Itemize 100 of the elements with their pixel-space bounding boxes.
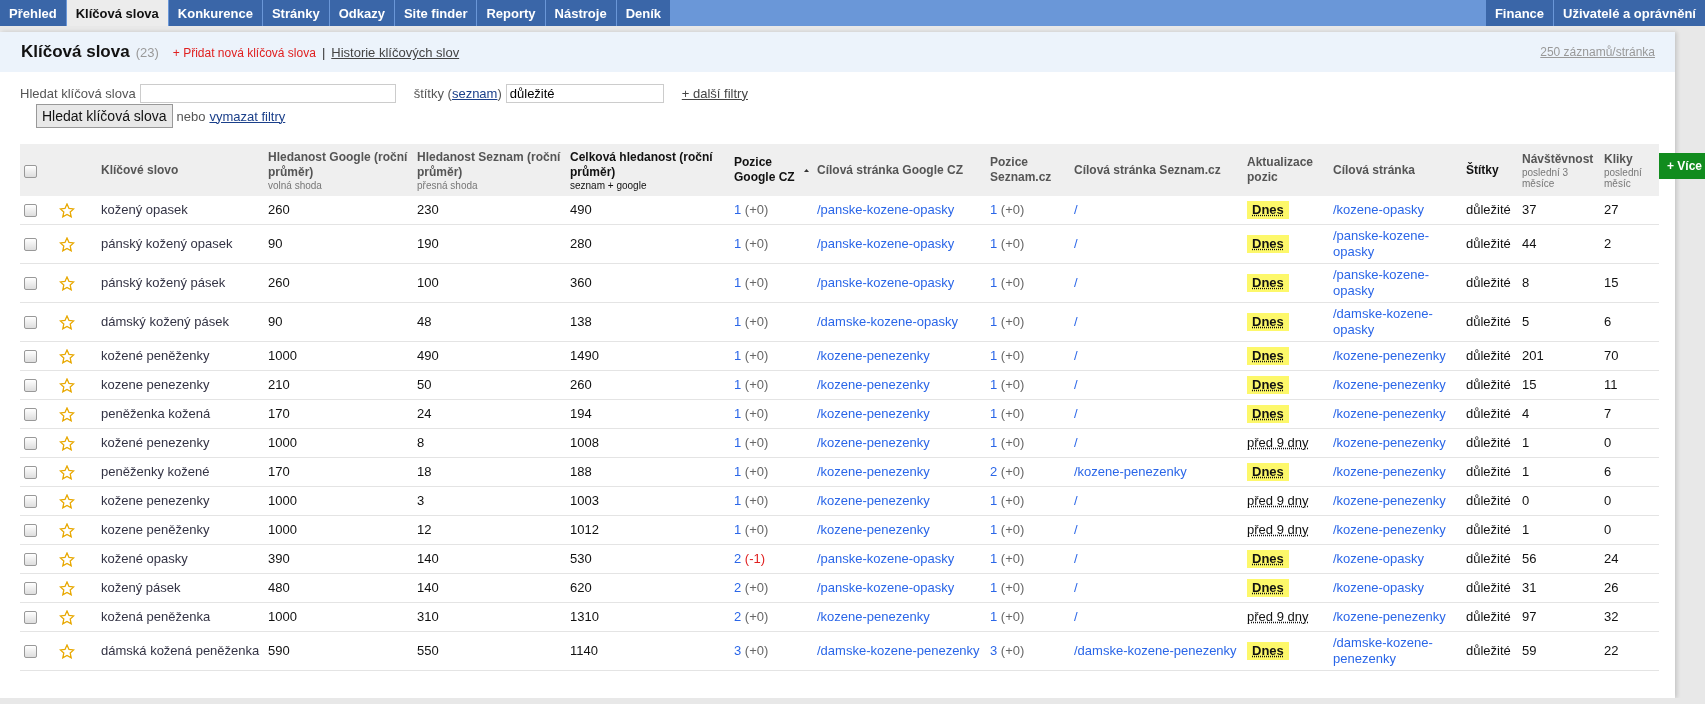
position-link[interactable]: 1 xyxy=(734,275,742,291)
star-icon[interactable] xyxy=(59,436,75,452)
position-link[interactable]: 1 xyxy=(990,435,998,451)
tags-field[interactable]: důležité xyxy=(505,83,664,103)
more-filters-link[interactable]: + další filtry xyxy=(681,85,748,101)
position-link[interactable]: 1 xyxy=(990,406,998,422)
more-columns-button[interactable]: + Více xyxy=(1659,153,1705,179)
url-link[interactable]: /kozene-penezenky xyxy=(1333,348,1446,364)
url-link[interactable]: /kozene-penezenky xyxy=(817,464,930,480)
url-link[interactable]: / xyxy=(1074,377,1078,393)
row-checkbox[interactable] xyxy=(24,553,37,567)
column-header[interactable]: Celková hledanost (roční průměr) xyxy=(570,149,726,180)
position-link[interactable]: 1 xyxy=(734,435,742,451)
nav-tab[interactable]: Konkurence xyxy=(168,0,262,26)
url-link[interactable]: / xyxy=(1074,348,1078,364)
nav-tab[interactable]: Přehled xyxy=(0,0,66,26)
star-icon[interactable] xyxy=(59,407,75,423)
row-checkbox[interactable] xyxy=(24,437,37,451)
url-link[interactable]: /kozene-penezenky xyxy=(817,522,930,538)
star-icon[interactable] xyxy=(59,494,75,510)
row-checkbox[interactable] xyxy=(24,645,37,659)
add-keywords-link[interactable]: + Přidat nová klíčová slova xyxy=(172,46,316,60)
column-header[interactable]: Návštěvnost xyxy=(1522,151,1596,167)
url-link[interactable]: / xyxy=(1074,435,1078,451)
url-link[interactable]: / xyxy=(1074,609,1078,625)
position-link[interactable]: 1 xyxy=(734,464,742,480)
nav-tab[interactable]: Nástroje xyxy=(545,0,616,26)
url-link[interactable]: / xyxy=(1074,275,1078,291)
position-link[interactable]: 1 xyxy=(990,377,998,393)
url-link[interactable]: /damske-kozene-opasky xyxy=(817,314,958,330)
row-checkbox[interactable] xyxy=(24,408,37,422)
nav-tab[interactable]: Uživatelé a oprávnění xyxy=(1554,0,1705,26)
position-link[interactable]: 1 xyxy=(734,377,742,393)
url-link[interactable]: /damske-kozene-penezenky xyxy=(817,643,980,659)
url-link[interactable]: /damske-kozene-opasky xyxy=(1333,306,1458,338)
nav-tab[interactable]: Finance xyxy=(1485,0,1554,26)
position-link[interactable]: 1 xyxy=(734,522,742,538)
position-link[interactable]: 3 xyxy=(990,643,998,659)
url-link[interactable]: /panske-kozene-opasky xyxy=(817,202,955,218)
url-link[interactable]: /kozene-penezenky xyxy=(1333,522,1446,538)
url-link[interactable]: /kozene-opasky xyxy=(1333,202,1425,218)
url-link[interactable]: / xyxy=(1074,314,1078,330)
position-link[interactable]: 1 xyxy=(990,236,998,252)
column-header[interactable]: Klíčové slovo xyxy=(101,162,179,178)
position-link[interactable]: 1 xyxy=(990,609,998,625)
position-link[interactable]: 1 xyxy=(734,348,742,364)
position-link[interactable]: 1 xyxy=(990,580,998,596)
url-link[interactable]: / xyxy=(1074,580,1078,596)
position-link[interactable]: 2 xyxy=(734,551,742,567)
url-link[interactable]: /panske-kozene-opasky xyxy=(817,275,955,291)
url-link[interactable]: / xyxy=(1074,551,1078,567)
url-link[interactable]: / xyxy=(1074,406,1078,422)
position-link[interactable]: 1 xyxy=(990,522,998,538)
star-icon[interactable] xyxy=(59,378,75,394)
url-link[interactable]: /kozene-opasky xyxy=(1333,580,1425,596)
url-link[interactable]: /kozene-penezenky xyxy=(1333,406,1446,422)
column-header[interactable]: Štítky xyxy=(1466,162,1499,178)
history-link[interactable]: Historie klíčových slov xyxy=(331,45,460,60)
nav-tab[interactable]: Stránky xyxy=(262,0,329,26)
url-link[interactable]: /kozene-penezenky xyxy=(1333,493,1446,509)
position-link[interactable]: 1 xyxy=(734,202,742,218)
position-link[interactable]: 1 xyxy=(734,314,742,330)
url-link[interactable]: /kozene-penezenky xyxy=(817,493,930,509)
url-link[interactable]: / xyxy=(1074,236,1078,252)
url-link[interactable]: /kozene-penezenky xyxy=(817,609,930,625)
url-link[interactable]: /kozene-penezenky xyxy=(817,406,930,422)
column-header[interactable]: Hledanost Seznam (roční průměr) xyxy=(417,149,562,180)
star-icon[interactable] xyxy=(59,644,75,660)
row-checkbox[interactable] xyxy=(24,466,37,480)
star-icon[interactable] xyxy=(59,349,75,365)
position-link[interactable]: 1 xyxy=(990,275,998,291)
position-link[interactable]: 1 xyxy=(990,202,998,218)
row-checkbox[interactable] xyxy=(24,611,37,625)
position-link[interactable]: 2 xyxy=(734,609,742,625)
clear-filters-link[interactable]: vymazat filtry xyxy=(209,108,286,124)
search-field[interactable] xyxy=(139,83,396,103)
nav-tab[interactable]: Site finder xyxy=(394,0,477,26)
search-button[interactable]: Hledat klíčová slova xyxy=(36,104,173,128)
url-link[interactable]: /kozene-penezenky xyxy=(817,377,930,393)
nav-tab[interactable]: Deník xyxy=(616,0,671,26)
url-link[interactable]: /kozene-penezenky xyxy=(817,435,930,451)
row-checkbox[interactable] xyxy=(24,582,37,596)
nav-tab[interactable]: Klíčová slova xyxy=(66,0,168,26)
row-checkbox[interactable] xyxy=(24,277,37,291)
row-checkbox[interactable] xyxy=(24,316,37,330)
position-link[interactable]: 2 xyxy=(734,580,742,596)
row-checkbox[interactable] xyxy=(24,524,37,538)
url-link[interactable]: /panske-kozene-opasky xyxy=(817,551,955,567)
star-icon[interactable] xyxy=(59,581,75,597)
url-link[interactable]: /kozene-penezenky xyxy=(1333,609,1446,625)
row-checkbox[interactable] xyxy=(24,238,37,252)
position-link[interactable]: 1 xyxy=(734,236,742,252)
url-link[interactable]: /panske-kozene-opasky xyxy=(817,580,955,596)
url-link[interactable]: /kozene-penezenky xyxy=(817,348,930,364)
star-icon[interactable] xyxy=(59,203,75,219)
column-header[interactable]: Kliky xyxy=(1604,151,1655,167)
nav-tab[interactable]: Reporty xyxy=(477,0,545,26)
row-checkbox[interactable] xyxy=(24,379,37,393)
url-link[interactable]: /kozene-penezenky xyxy=(1333,435,1446,451)
position-link[interactable]: 1 xyxy=(990,348,998,364)
